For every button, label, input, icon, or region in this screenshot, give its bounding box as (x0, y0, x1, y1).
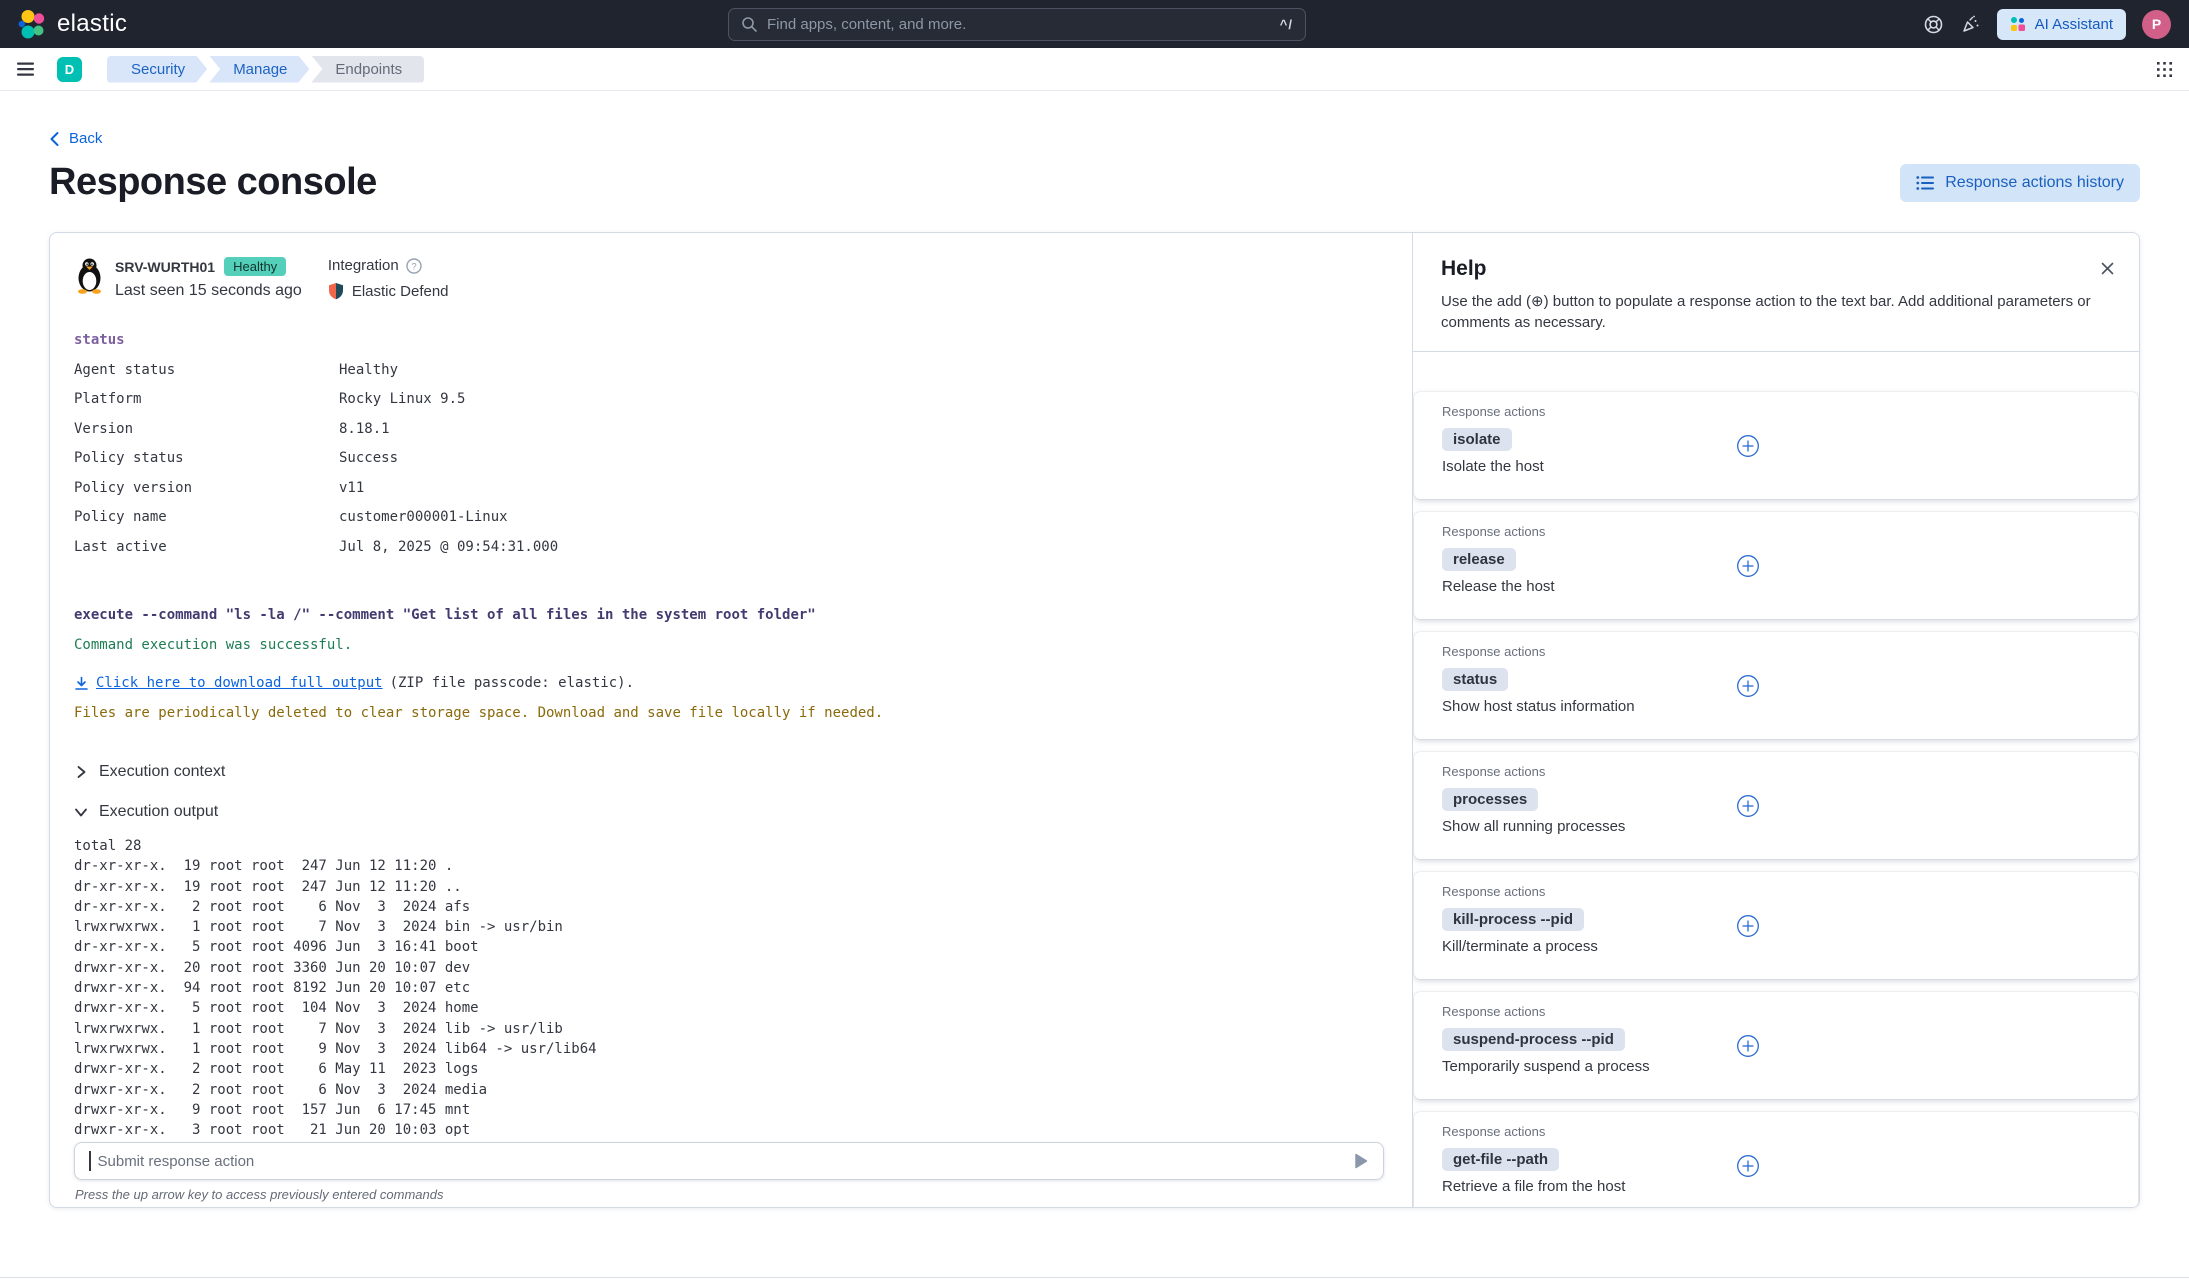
help-panel-description: Use the add (⊕) button to populate a res… (1413, 281, 2139, 351)
question-circle-icon[interactable]: ? (406, 258, 422, 274)
command-echo: execute --command "ls -la /" --comment "… (74, 600, 1388, 630)
host-name: SRV-WURTH01 (115, 259, 215, 275)
ai-assistant-label: AI Assistant (2035, 16, 2113, 33)
action-card-processes: Response actions processes Show all runn… (1414, 752, 2138, 859)
response-action-input[interactable]: Submit response action (74, 1142, 1384, 1180)
response-actions-history-button[interactable]: Response actions history (1900, 164, 2140, 202)
execution-output-accordion[interactable]: Execution output (74, 792, 218, 832)
breadcrumb-endpoints: Endpoints (311, 56, 424, 83)
command-result-block: execute --command "ls -la /" --comment "… (50, 600, 1412, 728)
integration-label: Integration (328, 257, 399, 274)
host-last-seen: Last seen 15 seconds ago (115, 282, 302, 300)
status-row: Last activeJul 8, 2025 @ 09:54:31.000 (74, 533, 1388, 563)
status-row: Policy namecustomer000001-Linux (74, 503, 1388, 533)
status-row: Policy statusSuccess (74, 444, 1388, 474)
search-icon (741, 16, 758, 33)
response-actions-history-label: Response actions history (1945, 174, 2124, 192)
elastic-logo-text: elastic (57, 10, 127, 38)
bottom-divider (0, 1277, 2189, 1278)
action-command-chip: status (1442, 668, 1508, 691)
integration-name: Elastic Defend (352, 283, 449, 300)
add-action-button[interactable] (1736, 1034, 1760, 1058)
user-avatar[interactable]: P (2142, 10, 2171, 39)
search-placeholder: Find apps, content, and more. (767, 16, 966, 33)
action-card-kill-process: Response actions kill-process --pid Kill… (1414, 872, 2138, 979)
global-header: elastic Find apps, content, and more. ^/… (0, 0, 2189, 48)
ai-assistant-icon (2010, 16, 2026, 32)
close-icon[interactable] (2096, 257, 2119, 280)
chevron-down-icon (74, 805, 88, 819)
status-command-title: status (74, 326, 1388, 356)
help-panel-title: Help (1441, 257, 1487, 281)
list-icon (1916, 175, 1935, 191)
execution-context-accordion[interactable]: Execution context (74, 752, 225, 792)
elastic-logo[interactable]: elastic (18, 9, 127, 40)
response-actions-list: Response actions isolate Isolate the hos… (1413, 352, 2139, 1207)
action-command-chip: release (1442, 548, 1516, 571)
console-panel: SRV-WURTH01 Healthy Last seen 15 seconds… (49, 232, 2140, 1208)
status-output-block: status Agent statusHealthy PlatformRocky… (50, 326, 1412, 562)
action-command-chip: kill-process --pid (1442, 908, 1584, 931)
global-search-input[interactable]: Find apps, content, and more. ^/ (728, 8, 1306, 41)
text-cursor (89, 1151, 91, 1171)
action-card-release: Response actions release Release the hos… (1414, 512, 2138, 619)
chevron-right-icon (74, 765, 88, 779)
command-success-message: Command execution was successful. (74, 630, 1388, 660)
svg-text:?: ? (411, 261, 416, 272)
action-command-chip: get-file --path (1442, 1148, 1559, 1171)
submit-action-icon[interactable] (1353, 1152, 1369, 1170)
execution-output-text: total 28 dr-xr-xr-x. 19 root root 247 Ju… (50, 836, 1412, 1136)
status-row: Policy versionv11 (74, 474, 1388, 504)
console-area: SRV-WURTH01 Healthy Last seen 15 seconds… (50, 233, 1412, 1207)
download-icon (74, 676, 89, 691)
status-row: PlatformRocky Linux 9.5 (74, 385, 1388, 415)
back-link[interactable]: Back (49, 130, 102, 147)
news-feed-icon[interactable] (1960, 14, 1981, 35)
breadcrumb-bar: D Security Manage Endpoints (0, 48, 2189, 91)
input-history-hint: Press the up arrow key to access previou… (75, 1187, 1412, 1202)
help-menu-icon[interactable] (1923, 14, 1944, 35)
status-row: Agent statusHealthy (74, 356, 1388, 386)
add-action-button[interactable] (1736, 914, 1760, 938)
defend-shield-icon (328, 282, 344, 300)
space-badge[interactable]: D (57, 57, 82, 82)
page-title: Response console (49, 161, 377, 204)
action-card-suspend-process: Response actions suspend-process --pid T… (1414, 992, 2138, 1099)
breadcrumb-manage[interactable]: Manage (209, 56, 309, 83)
host-health-badge: Healthy (224, 257, 286, 276)
elastic-logo-icon (18, 9, 47, 40)
add-action-button[interactable] (1736, 434, 1760, 458)
response-console-page: Back Response console Response actions h… (0, 130, 2189, 1208)
menu-icon[interactable] (16, 61, 35, 77)
help-panel: Help Use the add (⊕) button to populate … (1412, 233, 2139, 1207)
action-command-chip: isolate (1442, 428, 1512, 451)
breadcrumb: Security Manage Endpoints (107, 56, 426, 83)
add-action-button[interactable] (1736, 674, 1760, 698)
status-row: Version8.18.1 (74, 415, 1388, 445)
apps-grid-icon[interactable] (2156, 61, 2173, 78)
add-action-button[interactable] (1736, 554, 1760, 578)
action-card-isolate: Response actions isolate Isolate the hos… (1414, 392, 2138, 499)
action-card-get-file: Response actions get-file --path Retriev… (1414, 1112, 2138, 1207)
file-retention-warning: Files are periodically deleted to clear … (74, 698, 1388, 728)
search-shortcut-hint: ^/ (1280, 17, 1293, 32)
chevron-left-icon (49, 131, 60, 147)
action-command-chip: processes (1442, 788, 1538, 811)
download-passcode-note: (ZIP file passcode: elastic). (390, 668, 634, 698)
action-card-status: Response actions status Show host status… (1414, 632, 2138, 739)
action-command-chip: suspend-process --pid (1442, 1028, 1625, 1051)
back-label: Back (69, 130, 102, 147)
ai-assistant-button[interactable]: AI Assistant (1997, 9, 2126, 40)
breadcrumb-security[interactable]: Security (107, 56, 207, 83)
add-action-button[interactable] (1736, 794, 1760, 818)
add-action-button[interactable] (1736, 1154, 1760, 1178)
linux-tux-icon (74, 257, 105, 294)
download-full-output-link[interactable]: Click here to download full output (96, 668, 383, 698)
input-placeholder: Submit response action (98, 1153, 255, 1170)
